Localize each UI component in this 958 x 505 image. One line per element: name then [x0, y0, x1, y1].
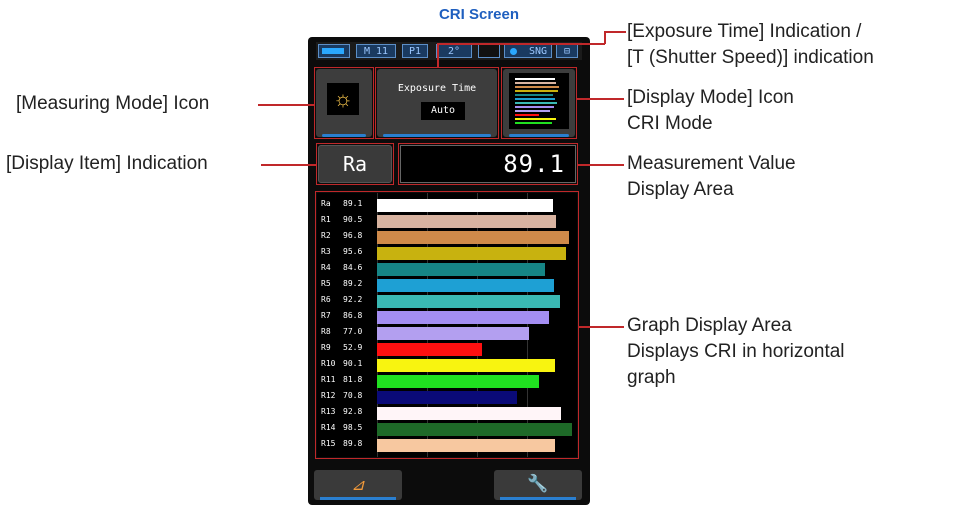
annotation-graph-line1: Graph Display Area	[627, 315, 792, 336]
callout-box-display-item	[316, 143, 394, 185]
wrench-icon: 🔧	[527, 474, 549, 493]
annotation-exposure-line1: [Exposure Time] Indication /	[627, 21, 862, 42]
shooting-mode-indicator: SNG	[504, 44, 552, 58]
callout-line	[579, 326, 624, 328]
callout-box-graph	[315, 191, 579, 459]
callout-box-display-mode	[501, 67, 577, 139]
callout-line	[437, 43, 439, 68]
shooting-mode-label: SNG	[528, 46, 547, 57]
preset-indicator: P1	[402, 44, 428, 58]
delta-button[interactable]: ⊿	[314, 470, 402, 500]
annotation-graph-line2: Displays CRI in horizontal	[627, 341, 845, 362]
annotation-measurement-line1: Measurement Value	[627, 153, 796, 174]
battery-icon	[318, 44, 350, 58]
blank-indicator	[478, 44, 500, 58]
annotation-graph-line3: graph	[627, 367, 676, 388]
callout-line	[578, 164, 624, 166]
annotation-measuring-mode: [Measuring Mode] Icon	[16, 93, 210, 114]
status-bar: M 11 P1 2° SNG ⊟	[316, 42, 582, 60]
callout-line	[604, 31, 626, 33]
callout-line	[437, 43, 605, 45]
annotation-display-item: [Display Item] Indication	[6, 153, 208, 174]
delta-icon: ⊿	[351, 477, 365, 494]
record-dot-icon	[510, 48, 517, 55]
annotation-exposure-line2: [T (Shutter Speed)] indication	[627, 47, 874, 68]
lock-icon: ⊟	[556, 44, 578, 58]
annotation-display-mode-line2: CRI Mode	[627, 113, 713, 134]
callout-box-measurement	[398, 143, 578, 185]
callout-line	[261, 164, 316, 166]
callout-line	[604, 31, 606, 44]
callout-line	[577, 98, 624, 100]
annotation-display-mode-line1: [Display Mode] Icon	[627, 87, 794, 108]
memory-indicator: M 11	[356, 44, 396, 58]
settings-button[interactable]: 🔧	[494, 470, 582, 500]
callout-box-measuring-mode	[314, 67, 374, 139]
angle-indicator: 2°	[436, 44, 472, 58]
annotation-measurement-line2: Display Area	[627, 179, 734, 200]
callout-box-exposure	[375, 67, 499, 139]
callout-line	[258, 104, 315, 106]
